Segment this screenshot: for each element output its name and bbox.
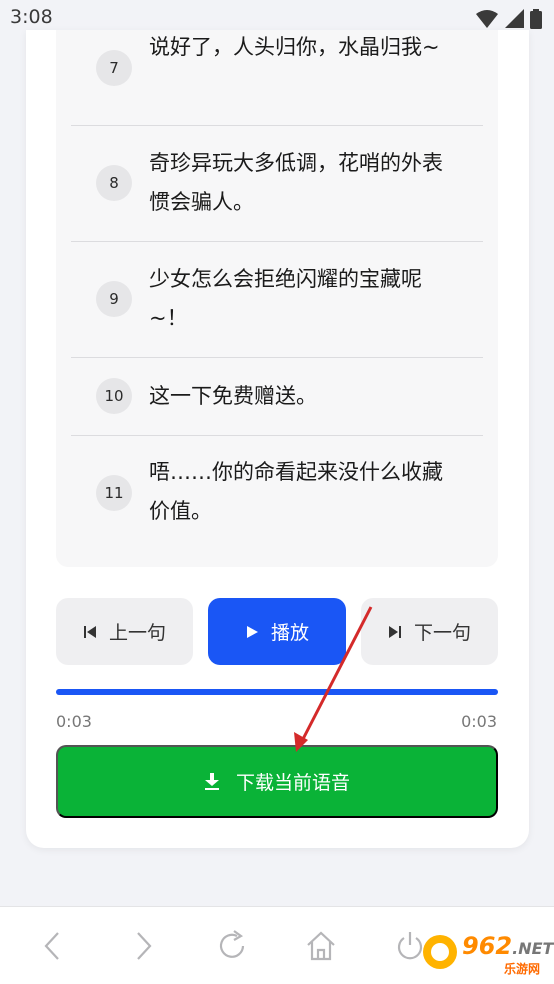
list-item[interactable]: 10 这一下免费赠送。: [71, 358, 483, 436]
next-line-button[interactable]: 下一句: [361, 598, 498, 665]
line-number: 11: [96, 475, 132, 511]
line-number: 8: [96, 165, 132, 201]
line-text: 说好了，人头归你，水晶归我~: [149, 35, 440, 59]
previous-line-label: 上一句: [108, 623, 166, 644]
play-button[interactable]: 播放: [208, 598, 346, 665]
watermark-badge-icon: [423, 935, 457, 969]
signal-icon: [505, 9, 524, 28]
previous-line-button[interactable]: 上一句: [56, 598, 193, 665]
skip-next-icon: [388, 625, 401, 638]
list-item[interactable]: 11 唔……你的命看起来没什么收藏价值。: [71, 436, 483, 552]
battery-icon: [530, 9, 542, 29]
line-number: 7: [96, 50, 132, 86]
list-item[interactable]: 9 少女怎么会拒绝闪耀的宝藏呢~！: [71, 242, 483, 358]
skip-previous-icon: [83, 625, 96, 638]
play-icon: [246, 625, 258, 638]
play-label: 播放: [270, 623, 309, 644]
back-icon[interactable]: [36, 929, 70, 963]
watermark-sub: 乐游网: [504, 962, 541, 976]
line-number: 10: [96, 378, 132, 414]
line-text: 奇珍异玩大多低调，花哨的外表惯会骗人。: [149, 151, 443, 214]
total-time: 0:03: [461, 712, 497, 731]
next-line-label: 下一句: [413, 623, 471, 644]
list-item[interactable]: 7 说好了，人头归你，水晶归我~: [71, 30, 483, 126]
list-item[interactable]: 8 奇珍异玩大多低调，花哨的外表惯会骗人。: [71, 126, 483, 242]
status-time: 3:08: [10, 6, 53, 28]
line-text: 少女怎么会拒绝闪耀的宝藏呢~！: [149, 267, 422, 330]
download-voice-button[interactable]: 下载当前语音: [56, 745, 498, 818]
download-voice-label: 下载当前语音: [235, 773, 350, 794]
refresh-icon[interactable]: [215, 929, 249, 963]
watermark-logo: 962.NET 乐游网: [418, 924, 554, 980]
line-text: 唔……你的命看起来没什么收藏价值。: [149, 460, 443, 523]
watermark-brand: 962.NET: [462, 932, 554, 960]
wifi-icon: [476, 10, 498, 28]
forward-icon[interactable]: [126, 929, 160, 963]
progress-slider[interactable]: [56, 689, 498, 695]
download-icon: [204, 772, 219, 790]
progress-fill: [56, 689, 498, 695]
status-icons: [476, 9, 542, 29]
line-number: 9: [96, 281, 132, 317]
current-time: 0:03: [56, 712, 92, 731]
line-text: 这一下免费赠送。: [149, 384, 317, 408]
home-icon[interactable]: [304, 929, 338, 963]
